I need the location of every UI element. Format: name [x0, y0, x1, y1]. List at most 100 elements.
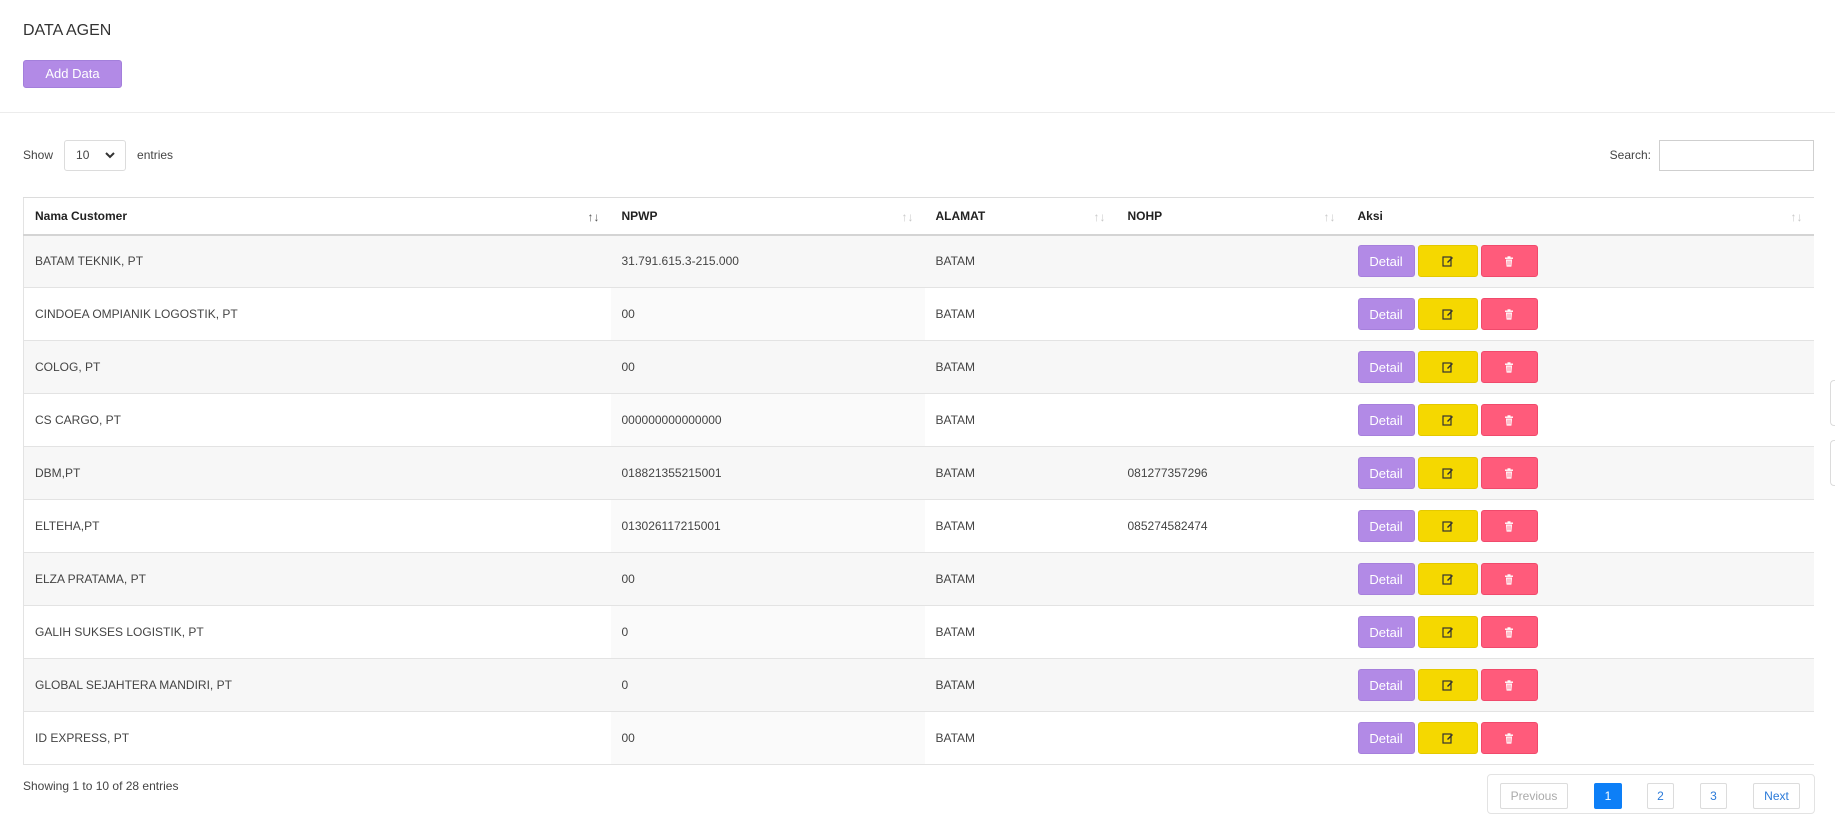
cell-nohp [1116, 658, 1347, 712]
cell-aksi: Detail [1346, 711, 1814, 765]
edit-button[interactable] [1417, 404, 1478, 436]
edit-button[interactable] [1417, 457, 1478, 489]
cell-nohp [1116, 711, 1347, 765]
column-header-npwp[interactable]: NPWP ↑ ↓ [610, 197, 925, 236]
cell-alamat: BATAM [924, 446, 1117, 500]
detail-button[interactable]: Detail [1357, 298, 1415, 330]
delete-button[interactable] [1480, 245, 1538, 278]
show-label: Show [23, 148, 54, 162]
trash-icon [1505, 732, 1513, 744]
row-actions: Detail [1357, 616, 1803, 648]
search-label: Search: [1609, 148, 1651, 162]
next-page-button[interactable]: Next [1753, 783, 1800, 809]
table-row: ELZA PRATAMA, PT 00 BATAM Detail [23, 552, 1814, 606]
cell-nohp: 085274582474 [1116, 499, 1347, 553]
previous-page-button[interactable]: Previous [1500, 783, 1568, 809]
cell-nama: ELZA PRATAMA, PT [23, 552, 611, 606]
row-actions: Detail [1357, 404, 1803, 436]
page-button-3[interactable]: 3 [1700, 783, 1727, 809]
edit-icon [1441, 309, 1453, 320]
column-header-alamat[interactable]: ALAMAT ↑ ↓ [924, 197, 1117, 236]
cell-nama: BATAM TEKNIK, PT [23, 234, 611, 288]
cell-npwp: 013026117215001 [610, 499, 925, 553]
edit-button[interactable] [1417, 722, 1478, 754]
cell-npwp: 00 [610, 340, 925, 394]
cell-nohp [1116, 340, 1347, 394]
detail-button[interactable]: Detail [1357, 404, 1415, 436]
search-input[interactable] [1659, 139, 1814, 171]
cell-npwp: 00 [610, 711, 925, 765]
edit-button[interactable] [1417, 669, 1478, 701]
detail-button[interactable]: Detail [1357, 351, 1415, 383]
sort-icon: ↑ ↓ [1323, 210, 1336, 224]
delete-button[interactable] [1480, 669, 1538, 701]
entries-label: entries [137, 148, 174, 162]
column-header-nama[interactable]: Nama Customer ↑ ↓ [23, 197, 611, 236]
delete-button[interactable] [1480, 563, 1538, 595]
cell-aksi: Detail [1346, 552, 1814, 606]
delete-button[interactable] [1480, 298, 1538, 330]
page-button-2[interactable]: 2 [1647, 783, 1674, 809]
cell-alamat: BATAM [924, 552, 1117, 606]
sort-icon: ↑ ↓ [901, 210, 914, 224]
delete-button[interactable] [1480, 722, 1538, 754]
entries-select[interactable]: 10 [64, 139, 127, 171]
cell-alamat: BATAM [924, 287, 1117, 341]
side-panel-handle[interactable] [1830, 440, 1835, 486]
cell-npwp: 0 [610, 605, 925, 659]
add-data-button[interactable]: Add Data [23, 60, 122, 88]
cell-nama: COLOG, PT [23, 340, 611, 394]
cell-npwp: 00 [610, 287, 925, 341]
cell-alamat: BATAM [924, 234, 1117, 288]
edit-button[interactable] [1417, 616, 1478, 648]
edit-button[interactable] [1417, 298, 1478, 330]
detail-button[interactable]: Detail [1357, 563, 1415, 595]
row-actions: Detail [1357, 722, 1803, 754]
edit-icon [1441, 680, 1453, 691]
chevron-down-icon [105, 152, 115, 159]
edit-button[interactable] [1417, 563, 1478, 595]
delete-button[interactable] [1480, 404, 1538, 436]
delete-button[interactable] [1480, 510, 1538, 542]
trash-icon [1505, 361, 1513, 373]
edit-button[interactable] [1417, 351, 1478, 383]
side-panel-handle[interactable] [1830, 380, 1835, 426]
detail-button[interactable]: Detail [1357, 616, 1415, 648]
cell-aksi: Detail [1346, 393, 1814, 447]
trash-icon [1505, 467, 1513, 479]
edit-button[interactable] [1417, 245, 1478, 278]
detail-button[interactable]: Detail [1357, 457, 1415, 489]
detail-button[interactable]: Detail [1357, 510, 1415, 542]
row-actions: Detail [1357, 298, 1803, 330]
cell-npwp: 000000000000000 [610, 393, 925, 447]
table-row: COLOG, PT 00 BATAM Detail [23, 340, 1814, 394]
page-title: DATA AGEN [23, 22, 112, 39]
table-row: CS CARGO, PT 000000000000000 BATAM Detail [23, 393, 1814, 447]
detail-button[interactable]: Detail [1357, 669, 1415, 701]
cell-nama: CS CARGO, PT [23, 393, 611, 447]
detail-button[interactable]: Detail [1357, 722, 1415, 754]
cell-alamat: BATAM [924, 340, 1117, 394]
cell-npwp: 018821355215001 [610, 446, 925, 500]
row-actions: Detail [1357, 457, 1803, 489]
cell-nohp [1116, 552, 1347, 606]
cell-alamat: BATAM [924, 658, 1117, 712]
column-header-nohp[interactable]: NOHP ↑ ↓ [1116, 197, 1347, 236]
delete-button[interactable] [1480, 616, 1538, 648]
table-row: DBM,PT 018821355215001 BATAM 081277357296 De… [23, 446, 1814, 500]
edit-button[interactable] [1417, 510, 1478, 542]
column-header-aksi[interactable]: Aksi ↑ ↓ [1346, 197, 1814, 236]
cell-aksi: Detail [1346, 446, 1814, 500]
delete-button[interactable] [1480, 351, 1538, 383]
entries-select-value: 10 [76, 148, 90, 162]
table-header-row: Nama Customer ↑ ↓ NPWP ↑ ↓ ALAMAT ↑ ↓ NOHP ↑ ↓ A… [23, 197, 1814, 236]
row-actions: Detail [1357, 510, 1803, 542]
page-button-1[interactable]: 1 [1594, 783, 1622, 809]
table-info: Showing 1 to 10 of 28 entries [23, 779, 179, 793]
detail-button[interactable]: Detail [1357, 245, 1415, 278]
table-row: BATAM TEKNIK, PT 31.791.615.3-215.000 BATA… [23, 234, 1814, 288]
cell-alamat: BATAM [924, 605, 1117, 659]
delete-button[interactable] [1480, 457, 1538, 489]
cell-alamat: BATAM [924, 393, 1117, 447]
cell-aksi: Detail [1346, 658, 1814, 712]
